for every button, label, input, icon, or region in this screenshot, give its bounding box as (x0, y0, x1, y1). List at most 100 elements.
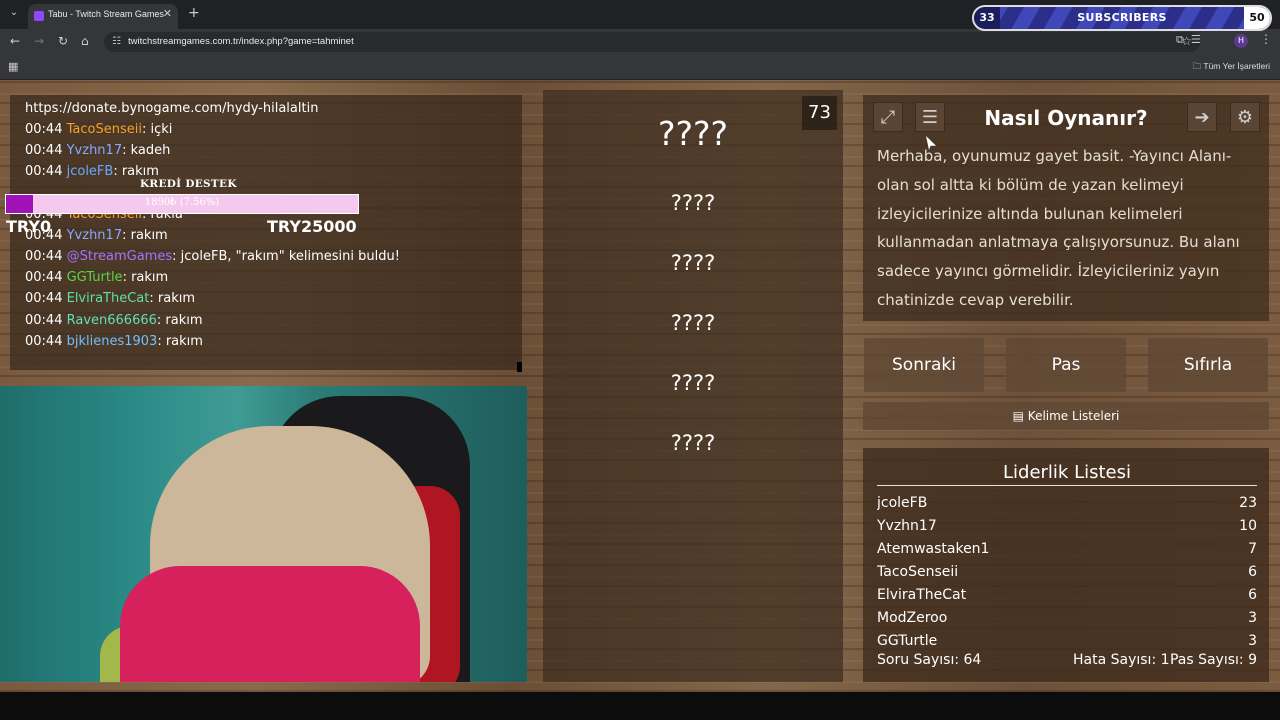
chat-message: 00:44 @StreamGames: jcoleFB, "rakım" kel… (25, 249, 400, 264)
leaderboard-divider (877, 485, 1257, 486)
home-icon[interactable]: ⌂ (81, 34, 89, 48)
forward-icon[interactable]: → (34, 34, 44, 48)
leaderboard-row: Yvzhn17 10 (877, 516, 1257, 539)
chat-message: 00:44 TacoSenseii: içki (25, 122, 172, 137)
chat-username[interactable]: Yvzhn17 (67, 143, 122, 158)
url-text[interactable]: twitchstreamgames.com.tr/index.php?game=… (128, 36, 354, 47)
subscriber-goal-widget: 33 SUBSCRIBERS 50 (972, 5, 1272, 31)
chat-username[interactable]: @StreamGames (67, 249, 173, 264)
chat-username[interactable]: Raven666666 (67, 313, 157, 328)
question-count: Soru Sayısı: 64 (877, 652, 982, 668)
next-button[interactable]: Sonraki (864, 338, 984, 392)
leaderboard-name: Atemwastaken1 (877, 541, 990, 557)
fullscreen-icon[interactable]: ⤢ (873, 102, 903, 132)
word-lists-label: Kelime Listeleri (1027, 409, 1120, 423)
leaderboard-rows: jcoleFB 23 Yvzhn17 10 Atemwastaken1 7 TacoSens… (877, 493, 1257, 645)
credit-amount: 1890₺ (7.56%) (144, 197, 220, 208)
forbidden-word: ???? (670, 371, 716, 395)
chat-text: : rakım (156, 313, 203, 328)
leaderboard-name: Yvzhn17 (877, 518, 937, 534)
leaderboard-row: Atemwastaken1 7 (877, 539, 1257, 562)
leaderboard-score: 3 (1248, 610, 1257, 626)
forbidden-word: ???? (670, 191, 716, 215)
new-tab-icon[interactable]: + (188, 5, 200, 21)
chat-timestamp: 00:44 (25, 270, 63, 285)
leaderboard-row: jcoleFB 23 (877, 493, 1257, 516)
chat-message: 00:44 Yvzhn17: kadeh (25, 143, 170, 158)
browser-menu-icon[interactable]: ⋮ (1260, 32, 1272, 46)
leaderboard-score: 7 (1248, 541, 1257, 557)
chat-username[interactable]: TacoSenseii (67, 122, 142, 137)
leaderboard-name: GGTurtle (877, 633, 938, 645)
leaderboard-score: 6 (1248, 564, 1257, 580)
tab-title: Tabu - Twitch Stream Games (48, 9, 164, 19)
chat-text: : içki (141, 122, 173, 137)
chat-scrollbar[interactable] (517, 362, 522, 372)
all-bookmarks-label: Tüm Yer İşaretleri (1203, 61, 1270, 71)
chat-username[interactable]: Yvzhn17 (67, 228, 122, 243)
credit-progress-bar: 1890₺ (7.56%) (5, 194, 359, 214)
tab-search-icon[interactable]: ⌄ (6, 7, 22, 21)
browser-tab[interactable]: Tabu - Twitch Stream Games ✕ (28, 4, 178, 29)
forbidden-word: ???? (670, 311, 716, 335)
forbidden-word: ???? (670, 251, 716, 275)
chat-text: : rakım (149, 291, 196, 306)
game-stats: Soru Sayısı: 64 Hata Sayısı: 1 Pas Sayıs… (877, 652, 1257, 672)
profile-avatar[interactable]: H (1234, 34, 1248, 48)
chat-message: 00:44 bjklienes1903: rakım (25, 334, 203, 349)
credit-max-label: TRY25000 (267, 217, 357, 236)
chat-timestamp: 00:44 (25, 249, 63, 264)
chat-timestamp: 00:44 (25, 164, 63, 179)
chat-message: 00:44 Raven666666: rakım (25, 313, 203, 328)
apps-grid-icon[interactable]: ▦ (8, 60, 18, 73)
document-icon[interactable]: ☰ (915, 102, 945, 132)
chat-text: : rakım (113, 164, 159, 179)
url-field[interactable]: ☷ twitchstreamgames.com.tr/index.php?gam… (104, 32, 1200, 52)
back-icon[interactable]: ← (10, 34, 20, 48)
leaderboard-row: TacoSenseii 6 (877, 562, 1257, 585)
how-to-play-title: Nasıl Oynanır? (984, 106, 1148, 130)
chat-username[interactable]: bjklienes1903 (67, 334, 158, 349)
leaderboard-row: ModZeroo 3 (877, 608, 1257, 631)
pass-count: Pas Sayısı: 9 (1169, 652, 1257, 668)
leaderboard-name: jcoleFB (877, 495, 928, 511)
chat-username[interactable]: ElviraTheCat (67, 291, 150, 306)
chat-timestamp: 00:44 (25, 334, 63, 349)
exit-icon[interactable]: ➔ (1187, 102, 1217, 132)
subscriber-goal-count: 50 (1244, 7, 1270, 29)
leaderboard-score: 6 (1248, 587, 1257, 603)
credit-title: KREDİ DESTEK (140, 178, 237, 190)
chat-text: : rakım (122, 270, 169, 285)
bookmark-bar: ▦ 🗀 Tüm Yer İşaretleri (0, 55, 1280, 80)
leaderboard-row: ElviraTheCat 6 (877, 585, 1257, 608)
extensions-icon[interactable]: ⧉ ☰ (1176, 33, 1201, 47)
credit-min-label: TRY0 (6, 217, 52, 236)
leaderboard-score: 10 (1239, 518, 1257, 534)
word-lists-button[interactable]: ▤ Kelime Listeleri (863, 402, 1269, 430)
leaderboard-name: ModZeroo (877, 610, 948, 626)
chat-username[interactable]: jcoleFB (67, 164, 114, 179)
favicon-icon (34, 11, 44, 21)
leaderboard-title: Liderlik Listesi (1003, 462, 1131, 483)
forbidden-word: ???? (670, 431, 716, 455)
close-tab-icon[interactable]: ✕ (163, 7, 172, 20)
address-bar: ← → ↻ ⌂ ☷ twitchstreamgames.com.tr/index… (0, 29, 1280, 55)
chat-text: : kadeh (122, 143, 171, 158)
reset-button[interactable]: Sıfırla (1148, 338, 1268, 392)
error-count: Hata Sayısı: 1 (1073, 652, 1170, 668)
site-info-icon[interactable]: ☷ (112, 36, 121, 47)
leaderboard-name: TacoSenseii (877, 564, 959, 580)
chat-username[interactable]: GGTurtle (67, 270, 123, 285)
chat-text: : jcoleFB, "rakım" kelimesini buldu! (172, 249, 400, 264)
leaderboard-score: 23 (1239, 495, 1257, 511)
reload-icon[interactable]: ↻ (58, 34, 68, 48)
target-word: ???? (657, 114, 729, 153)
gear-icon[interactable]: ⚙ (1230, 102, 1260, 132)
chat-text: : rakım (122, 228, 168, 243)
chat-timestamp: 00:44 (25, 313, 63, 328)
chat-timestamp: 00:44 (25, 122, 63, 137)
clipboard-icon: ▤ (1012, 409, 1024, 423)
pass-button[interactable]: Pas (1006, 338, 1126, 392)
leaderboard-row: GGTurtle 3 (877, 631, 1257, 645)
all-bookmarks-link[interactable]: 🗀 Tüm Yer İşaretleri (1193, 61, 1270, 75)
